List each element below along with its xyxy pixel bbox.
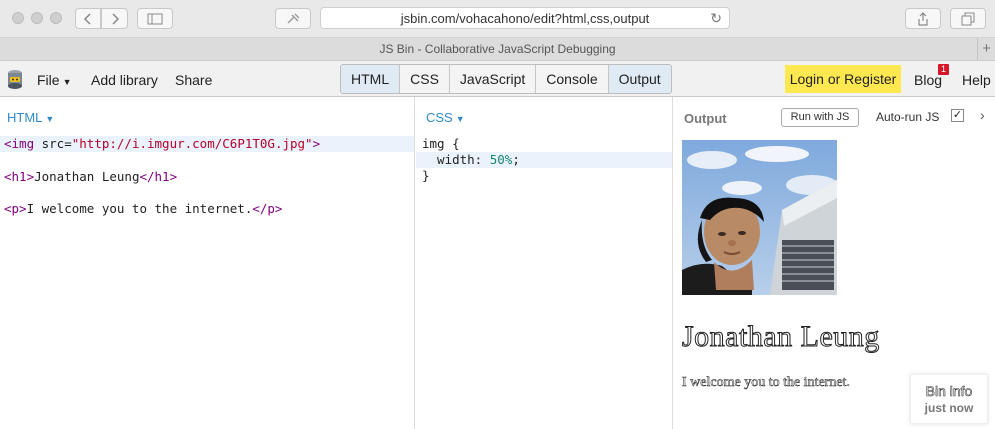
tabs-icon <box>961 12 975 25</box>
css-panel-title: CSS <box>426 110 453 125</box>
jsbin-logo-icon[interactable] <box>7 68 23 90</box>
share-menu[interactable]: Share <box>175 72 212 88</box>
tab-title: JS Bin - Collaborative JavaScript Debugg… <box>379 42 616 56</box>
toggle-output[interactable]: Output <box>607 65 671 93</box>
share-icon <box>918 11 928 26</box>
bin-info-widget[interactable]: Bin info just now <box>910 374 988 424</box>
code-line[interactable]: <p>I welcome you to the internet.</p> <box>0 201 414 217</box>
auto-run-js-checkbox[interactable]: ✓ <box>951 109 964 122</box>
zoom-window-button[interactable] <box>50 12 62 24</box>
toggle-javascript[interactable]: JavaScript <box>448 65 536 93</box>
help-link[interactable]: Help <box>962 72 991 88</box>
forward-button[interactable] <box>101 8 128 29</box>
tabs-overview-button[interactable] <box>950 8 986 29</box>
login-register-button[interactable]: Login or Register <box>785 65 901 93</box>
auto-run-js-label: Auto-run JS <box>876 110 940 124</box>
jsbin-toolbar: File ▼ Add library Share HTML CSS JavaScr… <box>0 61 995 97</box>
close-window-button[interactable] <box>12 12 24 24</box>
url-text: jsbin.com/vohacahono/edit?html,css,outpu… <box>400 10 650 26</box>
code-tag: <img <box>4 136 35 151</box>
run-with-js-button[interactable]: Run with JS <box>781 108 859 127</box>
share-page-button[interactable] <box>905 8 941 29</box>
code-attr: src= <box>34 136 72 151</box>
code-line[interactable]: <h1>Jonathan Leung</h1> <box>0 169 414 185</box>
browser-tab[interactable]: JS Bin - Collaborative JavaScript Debugg… <box>0 38 995 61</box>
code-line[interactable]: img { <box>416 136 672 152</box>
html-panel-title: HTML <box>7 110 43 125</box>
code-line[interactable]: width: 50%; <box>416 152 672 168</box>
code-line[interactable]: <img src="http://i.imgur.com/C6P1T0G.jpg… <box>0 136 414 152</box>
css-panel-label[interactable]: CSS ▼ <box>426 110 465 125</box>
css-editor-panel[interactable]: CSS ▼ img { width: 50%; } <box>416 97 673 429</box>
browser-titlebar: jsbin.com/vohacahono/edit?html,css,outpu… <box>0 0 995 38</box>
reader-button[interactable] <box>275 8 311 29</box>
css-value: 50% <box>489 152 513 167</box>
caret-down-icon: ▼ <box>62 77 72 87</box>
toggle-css[interactable]: CSS <box>399 65 449 93</box>
reload-icon[interactable]: ↻ <box>710 10 722 27</box>
bin-info-title: Bin info <box>925 383 973 400</box>
css-property: width: <box>422 152 490 167</box>
html-panel-label[interactable]: HTML ▼ <box>7 110 54 125</box>
file-menu[interactable]: File ▼ <box>37 72 71 88</box>
pin-icon <box>287 13 300 23</box>
code-text: I welcome you to the internet. <box>26 201 253 216</box>
minimize-window-button[interactable] <box>31 12 43 24</box>
address-bar[interactable]: jsbin.com/vohacahono/edit?html,css,outpu… <box>320 7 730 29</box>
html-editor-panel[interactable]: HTML ▼ <img src="http://i.imgur.com/C6P1T… <box>0 97 415 429</box>
panel-toggles: HTML CSS JavaScript Console Output <box>340 64 672 94</box>
back-button[interactable] <box>75 8 101 29</box>
output-photo <box>682 140 837 295</box>
chevron-right-icon <box>111 12 119 25</box>
code-tag: > <box>312 136 321 151</box>
code-tag: </p> <box>252 201 283 216</box>
chevron-left-icon <box>83 12 91 25</box>
sidebar-button[interactable] <box>137 8 173 29</box>
sidebar-icon <box>147 13 163 24</box>
new-tab-button[interactable]: + <box>977 38 995 60</box>
code-line[interactable]: } <box>416 168 672 184</box>
file-menu-label: File <box>37 72 60 88</box>
code-tag: </h1> <box>139 169 178 184</box>
add-library-menu[interactable]: Add library <box>91 72 158 88</box>
code-tag: <h1> <box>4 169 35 184</box>
bin-info-timestamp: just now <box>924 401 974 415</box>
caret-down-icon: ▼ <box>455 114 465 124</box>
toggle-html[interactable]: HTML <box>341 65 400 93</box>
code-tag: <p> <box>4 201 27 216</box>
output-panel: Output Run with JS Auto-run JS ✓ › Jonat… <box>674 97 995 429</box>
code-text: Jonathan Leung <box>34 169 140 184</box>
code-string: "http://i.imgur.com/C6P1T0G.jpg" <box>71 136 313 151</box>
css-semicolon: ; <box>512 152 520 167</box>
chevron-right-icon[interactable]: › <box>980 107 985 123</box>
caret-down-icon: ▼ <box>45 114 55 124</box>
output-panel-label: Output <box>684 111 727 126</box>
blog-notification-badge: 1 <box>938 64 949 75</box>
toggle-console[interactable]: Console <box>535 65 608 93</box>
output-heading: Jonathan Leung <box>682 320 880 354</box>
output-paragraph: I welcome you to the internet. <box>682 375 850 391</box>
